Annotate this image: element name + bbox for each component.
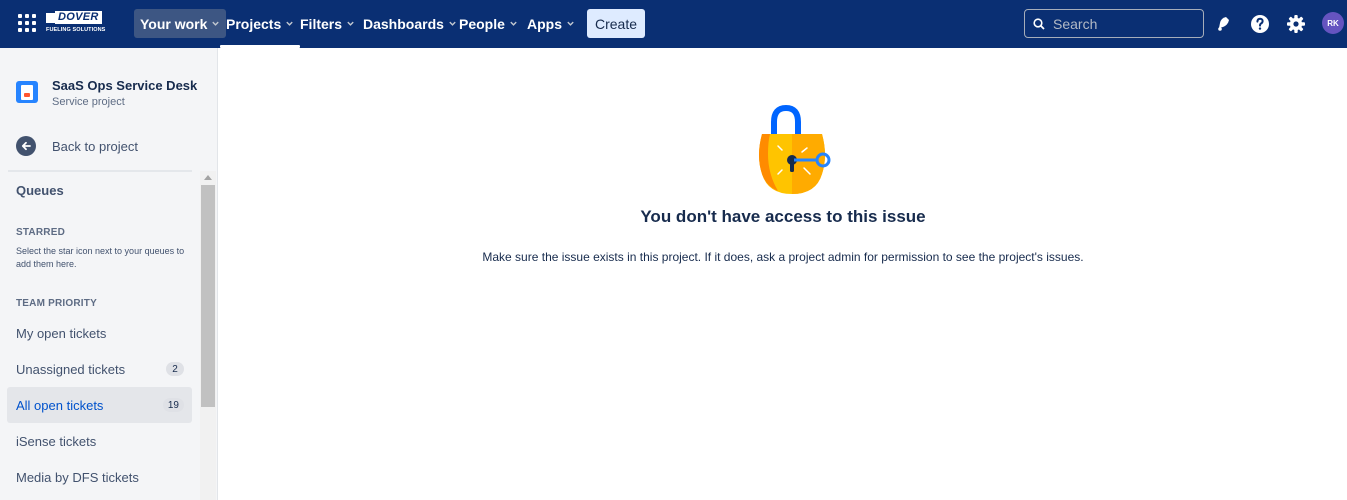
back-arrow-icon xyxy=(16,136,36,156)
queue-unassigned-tickets[interactable]: Unassigned tickets 2 xyxy=(7,351,192,387)
project-name[interactable]: SaaS Ops Service Desk xyxy=(52,78,197,93)
queue-all-open-tickets[interactable]: All open tickets 19 xyxy=(7,387,192,423)
logo-subtitle: FUELING SOLUTIONS xyxy=(46,27,106,33)
queue-label: Unassigned tickets xyxy=(16,361,126,377)
queue-count-badge: 2 xyxy=(166,362,184,376)
project-type: Service project xyxy=(52,96,125,108)
help-icon[interactable] xyxy=(1249,13,1271,35)
back-to-project-label: Back to project xyxy=(52,138,138,154)
queue-label: Media by DFS tickets xyxy=(16,469,139,485)
nav-projects-label: Projects xyxy=(226,15,282,32)
sidebar-divider xyxy=(8,170,192,172)
user-avatar[interactable]: RK xyxy=(1322,12,1344,34)
sidebar-scrollbar[interactable] xyxy=(200,171,216,500)
nav-people-label: People xyxy=(459,15,505,32)
queue-my-open-tickets[interactable]: My open tickets xyxy=(7,315,192,351)
nav-apps-label: Apps xyxy=(527,15,562,32)
search-icon xyxy=(1033,17,1045,30)
queue-count-badge: 19 xyxy=(162,398,184,412)
queue-isense-tickets[interactable]: iSense tickets xyxy=(7,423,192,459)
top-navigation: DOVER FUELING SOLUTIONS Your work Projec… xyxy=(0,0,1347,48)
padlock-with-key-icon xyxy=(759,104,831,194)
back-to-project-link[interactable]: Back to project xyxy=(16,135,138,157)
chevron-down-icon xyxy=(286,21,293,26)
queue-label: iSense tickets xyxy=(16,433,97,449)
starred-heading: STARRED xyxy=(16,227,65,238)
nav-dashboards-label: Dashboards xyxy=(363,15,444,32)
search-box[interactable] xyxy=(1024,9,1204,38)
nav-projects[interactable]: Projects xyxy=(220,9,301,48)
project-icon xyxy=(16,81,38,103)
chevron-down-icon xyxy=(510,21,517,26)
queue-label: My open tickets xyxy=(16,325,107,341)
dover-logo[interactable]: DOVER FUELING SOLUTIONS xyxy=(46,11,114,36)
logo-word: DOVER xyxy=(55,11,102,24)
chevron-down-icon xyxy=(567,21,574,26)
access-denied-title: You don't have access to this issue xyxy=(640,207,926,226)
queue-media-by-dfs-tickets[interactable]: Media by DFS tickets xyxy=(7,459,192,495)
sidebar: SaaS Ops Service Desk Service project Ba… xyxy=(0,48,218,500)
scrollbar-thumb[interactable] xyxy=(201,185,215,407)
search-input[interactable] xyxy=(1053,15,1193,32)
starred-help-text: Select the star icon next to your queues… xyxy=(16,246,185,269)
create-button[interactable]: Create xyxy=(587,9,645,38)
nav-people[interactable]: People xyxy=(453,9,524,38)
notifications-icon[interactable] xyxy=(1213,13,1235,35)
nav-your-work[interactable]: Your work xyxy=(134,9,227,38)
nav-apps[interactable]: Apps xyxy=(521,9,581,38)
nav-filters-label: Filters xyxy=(300,15,343,32)
nav-dashboards[interactable]: Dashboards xyxy=(357,9,463,38)
team-priority-heading: TEAM PRIORITY xyxy=(16,298,97,309)
queues-heading[interactable]: Queues xyxy=(16,183,64,198)
access-denied-description: Make sure the issue exists in this proje… xyxy=(482,250,1084,264)
scroll-up-arrow-icon[interactable] xyxy=(204,175,212,180)
nav-filters[interactable]: Filters xyxy=(294,9,361,38)
queue-label: All open tickets xyxy=(16,397,104,413)
nav-your-work-label: Your work xyxy=(140,15,208,32)
main-content: You don't have access to this issue Make… xyxy=(219,48,1347,500)
settings-gear-icon[interactable] xyxy=(1285,13,1307,35)
chevron-down-icon xyxy=(347,21,354,26)
app-switcher-icon[interactable] xyxy=(18,14,36,32)
